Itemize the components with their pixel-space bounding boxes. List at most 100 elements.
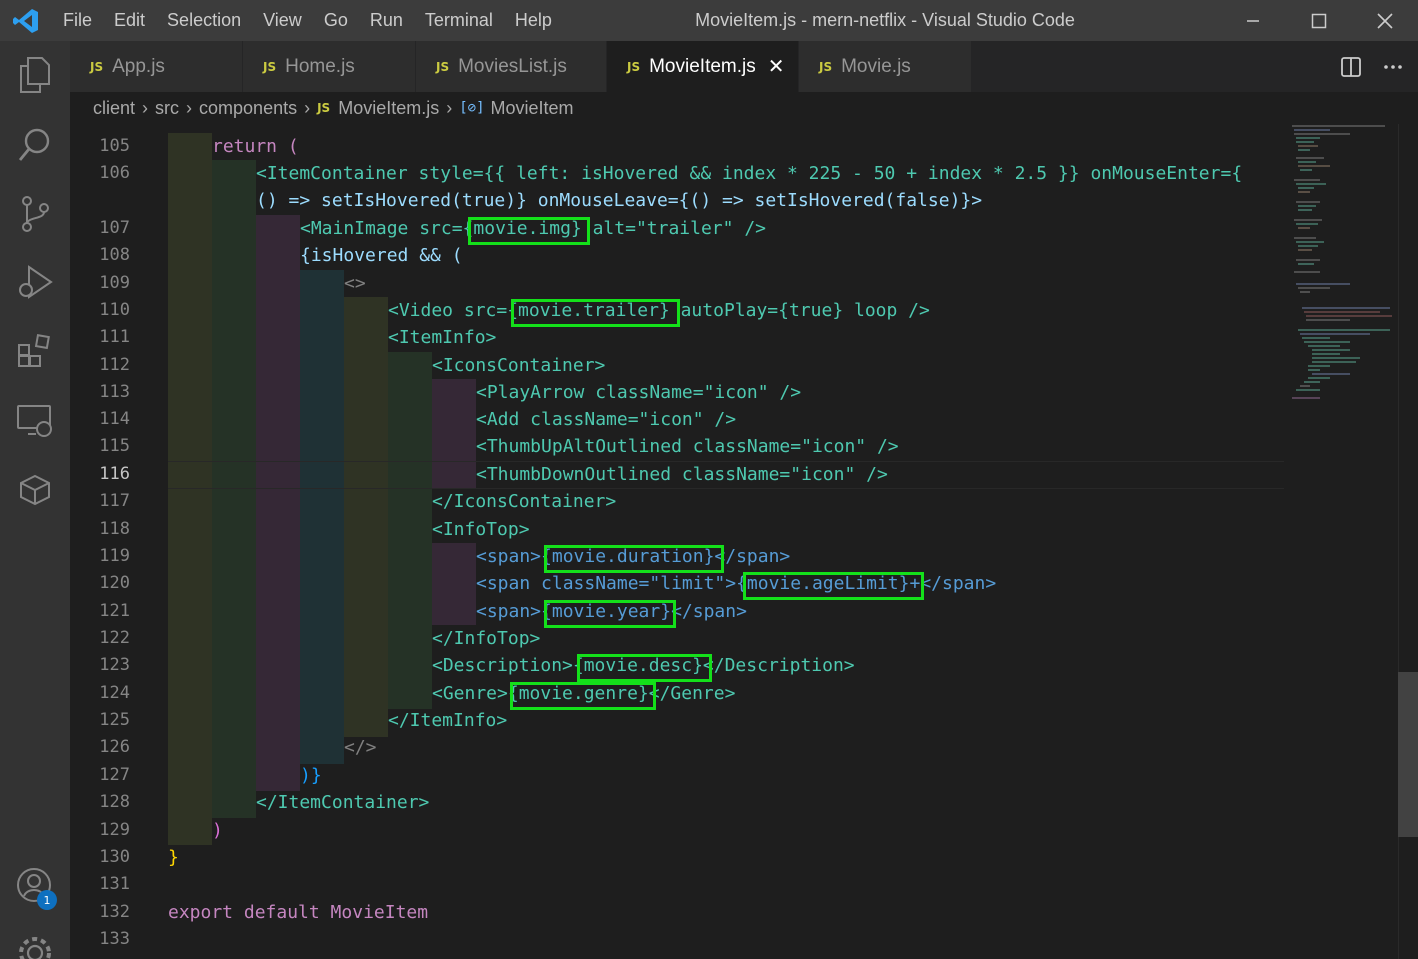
- minimize-button[interactable]: [1220, 0, 1286, 41]
- run-debug-icon[interactable]: [0, 254, 70, 310]
- tab-label: App.js: [112, 55, 165, 77]
- code-line: )}: [300, 765, 322, 786]
- tab-movieslist-js[interactable]: JS MoviesList.js: [416, 41, 607, 92]
- menu-help[interactable]: Help: [504, 0, 563, 41]
- line-number: 105: [99, 136, 130, 156]
- code-line: <Description>{movie.desc}</Description>: [432, 655, 855, 676]
- line-number: 127: [99, 765, 130, 785]
- line-number: 108: [99, 245, 130, 265]
- code-line: </InfoTop>: [432, 628, 541, 649]
- code-line: ): [212, 820, 223, 841]
- menu-go[interactable]: Go: [313, 0, 359, 41]
- js-file-icon: JS: [819, 59, 833, 74]
- editor-tab-bar: JS App.js JS Home.js JS MoviesList.js JS…: [70, 41, 1418, 92]
- js-file-icon: JS: [436, 59, 450, 74]
- tab-label: MoviesList.js: [458, 55, 567, 77]
- code-line: </ItemContainer>: [256, 792, 430, 813]
- menu-selection[interactable]: Selection: [156, 0, 252, 41]
- line-number: 115: [99, 436, 130, 456]
- remote-explorer-icon[interactable]: [0, 393, 70, 449]
- minimap[interactable]: [1290, 124, 1400, 404]
- code-line: <ItemInfo>: [388, 327, 497, 348]
- code-line: return (: [212, 136, 299, 157]
- docker-icon[interactable]: [0, 461, 70, 517]
- code-line: <span>{movie.duration}</span>: [476, 546, 791, 567]
- indent-guide: [212, 160, 256, 818]
- search-icon[interactable]: [0, 117, 70, 173]
- line-number: 131: [99, 874, 130, 894]
- line-number: 107: [99, 218, 130, 238]
- code-line: <Video src={movie.trailer} autoPlay={tru…: [388, 300, 930, 321]
- menu-run[interactable]: Run: [359, 0, 414, 41]
- indent-guide: [388, 352, 432, 709]
- line-number: 128: [99, 792, 130, 812]
- close-tab-icon[interactable]: ✕: [768, 54, 785, 79]
- code-line: <Genre>{movie.genre}</Genre>: [432, 683, 736, 704]
- code-line: <span className="limit">{movie.ageLimit}…: [476, 573, 997, 594]
- chevron-right-icon: ›: [446, 97, 453, 118]
- tab-home-js[interactable]: JS Home.js: [243, 41, 416, 92]
- split-editor-icon[interactable]: [1340, 56, 1362, 78]
- line-number-current: 116: [99, 464, 130, 484]
- breadcrumb-file[interactable]: MovieItem.js: [338, 98, 439, 119]
- accounts-icon[interactable]: 1: [0, 858, 70, 914]
- line-number: 114: [99, 409, 130, 429]
- code-line: () => setIsHovered(true)} onMouseLeave={…: [256, 190, 983, 211]
- line-number: 130: [99, 847, 130, 867]
- line-number: 129: [99, 820, 130, 840]
- breadcrumb-src[interactable]: src: [155, 98, 179, 119]
- manage-gear-icon[interactable]: [0, 925, 70, 959]
- tab-movieitem-js[interactable]: JS MovieItem.js ✕: [607, 41, 799, 92]
- code-line: <span>{movie.year}</span>: [476, 601, 747, 622]
- code-lines: return ( <ItemContainer style={{ left: i…: [168, 124, 1242, 923]
- line-number: 124: [99, 683, 130, 703]
- js-file-icon: JS: [263, 59, 277, 74]
- tab-movie-js[interactable]: JS Movie.js: [799, 41, 972, 92]
- activity-bar: 1: [0, 41, 70, 959]
- line-number: 132: [99, 902, 130, 922]
- vscode-logo-icon: [0, 0, 52, 41]
- code-line: <MainImage src={movie.img} alt="trailer"…: [300, 218, 766, 239]
- code-line: </ItemInfo>: [388, 710, 508, 731]
- code-line: </>: [344, 737, 377, 758]
- extensions-icon[interactable]: [0, 323, 70, 379]
- menu-file[interactable]: File: [52, 0, 103, 41]
- code-line: <InfoTop>: [432, 519, 530, 540]
- title-bar: File Edit Selection View Go Run Terminal…: [0, 0, 1418, 41]
- code-editor[interactable]: 105 106 107 108 109 110 111 112 113 114 …: [70, 124, 1418, 959]
- more-actions-icon[interactable]: [1382, 56, 1404, 78]
- breadcrumb-components[interactable]: components: [199, 98, 297, 119]
- code-line: <ThumbDownOutlined className="icon" />: [476, 464, 888, 485]
- indent-guide: [256, 215, 300, 791]
- chevron-right-icon: ›: [186, 97, 193, 118]
- js-file-icon: JS: [90, 59, 104, 74]
- chevron-right-icon: ›: [142, 97, 149, 118]
- code-line: {isHovered && (: [300, 245, 463, 266]
- line-number: 125: [99, 710, 130, 730]
- menu-bar: File Edit Selection View Go Run Terminal…: [52, 0, 563, 41]
- maximize-button[interactable]: [1286, 0, 1352, 41]
- scrollbar-thumb[interactable]: [1398, 672, 1418, 837]
- tab-app-js[interactable]: JS App.js: [70, 41, 243, 92]
- breadcrumb-symbol[interactable]: MovieItem: [491, 98, 574, 119]
- code-line: }: [168, 847, 179, 868]
- source-control-icon[interactable]: [0, 186, 70, 242]
- minimize-icon: [1247, 19, 1259, 22]
- code-line: </IconsContainer>: [432, 491, 617, 512]
- code-line: <PlayArrow className="icon" />: [476, 382, 802, 403]
- tab-label: MovieItem.js: [649, 55, 756, 77]
- line-number: 109: [99, 273, 130, 293]
- menu-edit[interactable]: Edit: [103, 0, 156, 41]
- menu-terminal[interactable]: Terminal: [414, 0, 504, 41]
- chevron-right-icon: ›: [304, 97, 311, 118]
- close-icon: [1377, 12, 1393, 29]
- indent-guide: [432, 543, 476, 625]
- indent-guide: [344, 297, 388, 737]
- line-number: 106: [99, 163, 130, 183]
- line-number: 119: [99, 546, 130, 566]
- menu-view[interactable]: View: [252, 0, 313, 41]
- editor-actions: [1340, 41, 1404, 92]
- close-window-button[interactable]: [1352, 0, 1418, 41]
- breadcrumb-client[interactable]: client: [93, 98, 135, 119]
- explorer-icon[interactable]: [0, 47, 70, 103]
